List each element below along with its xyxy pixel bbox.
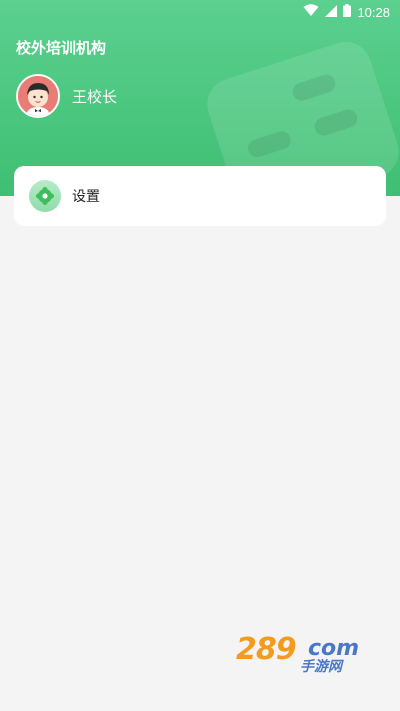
wifi-icon: [303, 4, 319, 20]
site-watermark: 289 com 手游网: [236, 632, 382, 680]
user-name: 王校长: [72, 88, 118, 106]
menu-item-label: 设置: [72, 189, 100, 205]
organization-name: 校外培训机构: [16, 39, 107, 57]
avatar[interactable]: [16, 74, 60, 118]
status-time: 10:28: [357, 4, 390, 20]
battery-icon: [343, 4, 352, 20]
menu-item-settings[interactable]: 设置: [14, 166, 386, 226]
watermark-number: 289: [236, 632, 297, 667]
cellular-signal-icon: [325, 4, 338, 20]
status-bar: 10:28: [0, 0, 400, 24]
watermark-caption: 手游网: [300, 659, 342, 675]
gear-icon: [29, 180, 61, 212]
